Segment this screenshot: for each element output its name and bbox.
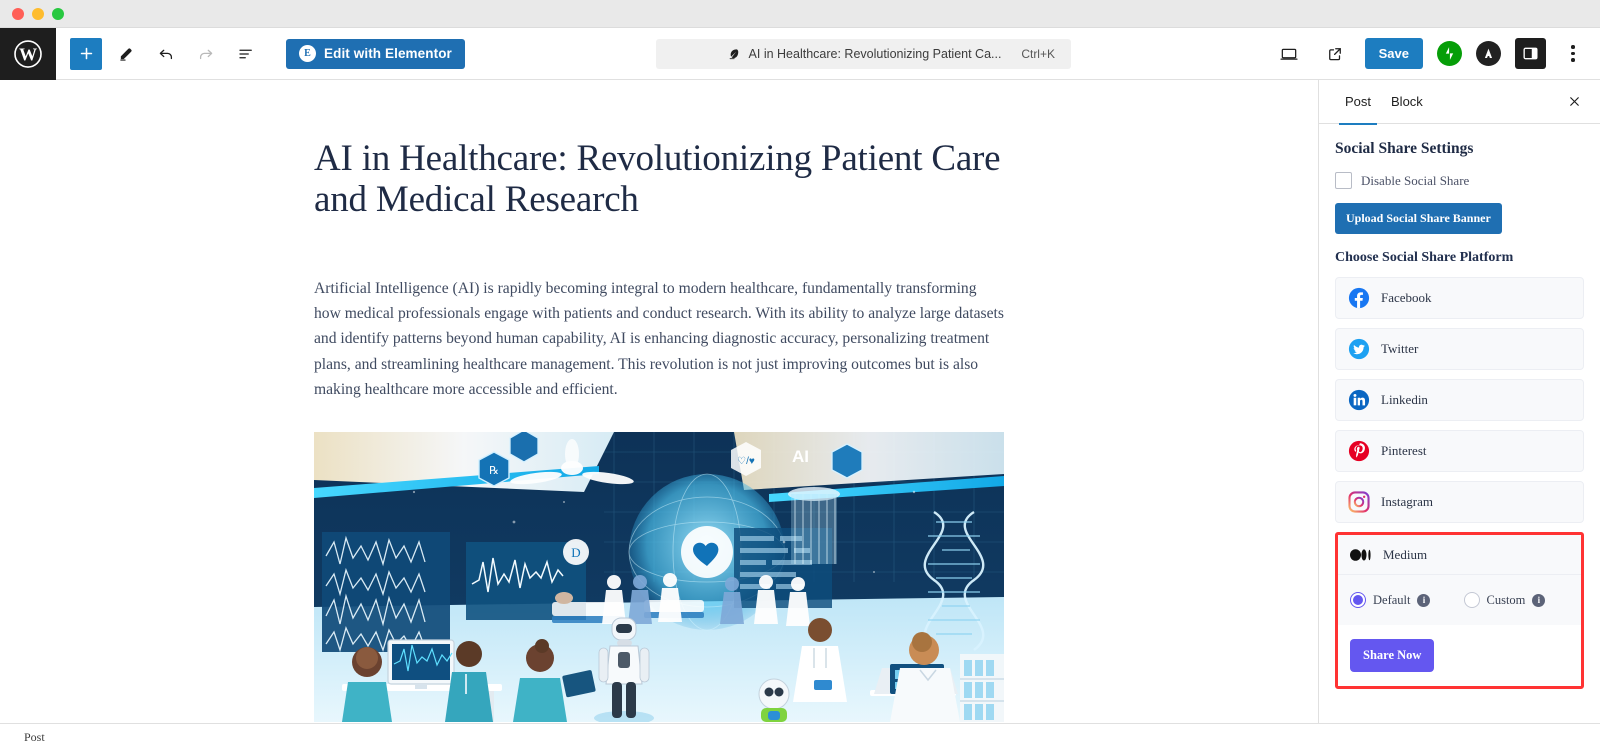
platform-label: Linkedin: [1381, 392, 1428, 407]
elementor-logo-icon: E: [299, 45, 316, 62]
window-minimize-button[interactable]: [32, 7, 44, 20]
radio-custom-label: Custom: [1486, 592, 1526, 607]
medium-mode-options: Default i Custom i: [1338, 575, 1581, 625]
panel-tab-bar: Post Block: [1319, 80, 1600, 125]
svg-text:D: D: [571, 545, 580, 560]
pinterest-icon: [1348, 440, 1370, 462]
page-title[interactable]: AI in Healthcare: Revolutionizing Patien…: [314, 138, 1004, 221]
choose-platform-label: Choose Social Share Platform: [1335, 250, 1514, 265]
external-link-icon[interactable]: [1319, 38, 1351, 70]
desktop-view-icon[interactable]: [1273, 38, 1305, 70]
medium-option-custom[interactable]: Custom i: [1463, 592, 1570, 608]
instagram-icon: [1348, 491, 1370, 513]
elementor-button-label: Edit with Elementor: [324, 46, 452, 61]
window-close-button[interactable]: [12, 7, 24, 20]
jetpack-icon[interactable]: [1437, 41, 1462, 66]
editor-body: AI in Healthcare: Revolutionizing Patien…: [0, 80, 1600, 751]
kebab-menu-icon[interactable]: [1560, 39, 1586, 69]
upload-social-share-banner-button[interactable]: Upload Social Share Banner: [1335, 203, 1502, 234]
window-maximize-button[interactable]: [52, 7, 64, 20]
document-overview-icon[interactable]: [230, 38, 262, 70]
post-canvas[interactable]: AI in Healthcare: Revolutionizing Patien…: [0, 80, 1319, 751]
disable-social-share-row[interactable]: Disable Social Share: [1335, 172, 1584, 189]
platform-item-twitter[interactable]: Twitter: [1335, 328, 1584, 370]
linkedin-icon: [1348, 389, 1370, 411]
command-palette-shortcut: Ctrl+K: [1021, 47, 1055, 61]
twitter-icon: [1348, 338, 1370, 360]
add-block-button[interactable]: [70, 37, 102, 70]
astra-icon[interactable]: [1476, 41, 1501, 66]
feather-pen-icon: [726, 47, 740, 61]
post-paragraph-block[interactable]: Artificial Intelligence (AI) is rapidly …: [314, 276, 1004, 402]
medium-icon: [1350, 544, 1372, 566]
redo-arrow-icon[interactable]: [190, 38, 222, 70]
platform-item-medium[interactable]: Medium: [1338, 535, 1581, 575]
close-icon[interactable]: [1561, 88, 1588, 115]
platform-item-instagram[interactable]: Instagram: [1335, 481, 1584, 523]
disable-social-share-label: Disable Social Share: [1361, 172, 1470, 188]
medium-option-default[interactable]: Default i: [1350, 592, 1456, 608]
radio-default-label: Default: [1373, 592, 1411, 607]
platform-item-linkedin[interactable]: Linkedin: [1335, 379, 1584, 421]
section-title: Social Share Settings: [1335, 140, 1474, 157]
featured-image[interactable]: ℞ ♡/♥ D AI: [314, 432, 1004, 723]
tab-post[interactable]: Post: [1335, 80, 1381, 125]
status-bar: Post: [0, 723, 1600, 751]
platform-item-pinterest[interactable]: Pinterest: [1335, 430, 1584, 472]
toolbar-right-actions: Save: [1273, 38, 1600, 70]
editor-toolbar: W E Edit with Elementor AI in Healthcare…: [0, 27, 1600, 80]
tools-pencil-icon[interactable]: [110, 38, 142, 70]
platform-label: Pinterest: [1381, 443, 1427, 458]
platform-label: Medium: [1383, 546, 1428, 562]
radio-default[interactable]: [1350, 592, 1366, 608]
svg-text:AI: AI: [792, 447, 809, 466]
ai-healthcare-illustration: ℞ ♡/♥ D AI: [314, 432, 1004, 723]
svg-text:℞: ℞: [489, 465, 499, 477]
platform-label: Facebook: [1381, 290, 1432, 305]
undo-arrow-icon[interactable]: [150, 38, 182, 70]
facebook-icon: [1348, 287, 1370, 309]
info-icon-default[interactable]: i: [1417, 593, 1431, 607]
window-titlebar: [0, 0, 1600, 28]
command-palette-search[interactable]: AI in Healthcare: Revolutionizing Patien…: [656, 39, 1071, 69]
edit-with-elementor-button[interactable]: E Edit with Elementor: [286, 38, 465, 69]
tab-block[interactable]: Block: [1381, 80, 1433, 124]
platform-item-facebook[interactable]: Facebook: [1335, 277, 1584, 319]
svg-text:W: W: [19, 44, 37, 64]
platform-label: Instagram: [1381, 494, 1433, 509]
social-share-settings: Social Share Settings Disable Social Sha…: [1319, 124, 1600, 751]
settings-sidebar-icon[interactable]: [1515, 38, 1546, 69]
svg-text:♡/♥: ♡/♥: [737, 456, 755, 467]
share-now-button[interactable]: Share Now: [1350, 639, 1435, 672]
settings-panel: Post Block Social Share Settings Disable…: [1319, 80, 1600, 751]
toolbar-left-tools: E Edit with Elementor: [56, 37, 465, 70]
command-palette-text: AI in Healthcare: Revolutionizing Patien…: [748, 47, 1002, 61]
disable-social-share-checkbox[interactable]: [1335, 172, 1352, 189]
info-icon-custom[interactable]: i: [1532, 593, 1546, 607]
status-bar-label: Post: [24, 730, 45, 744]
save-button[interactable]: Save: [1364, 38, 1423, 69]
wordpress-logo-icon[interactable]: W: [0, 27, 56, 80]
medium-platform-group: Medium Default i Custom i Share Now: [1335, 532, 1584, 689]
radio-custom[interactable]: [1463, 592, 1480, 608]
platform-label: Twitter: [1381, 341, 1419, 356]
